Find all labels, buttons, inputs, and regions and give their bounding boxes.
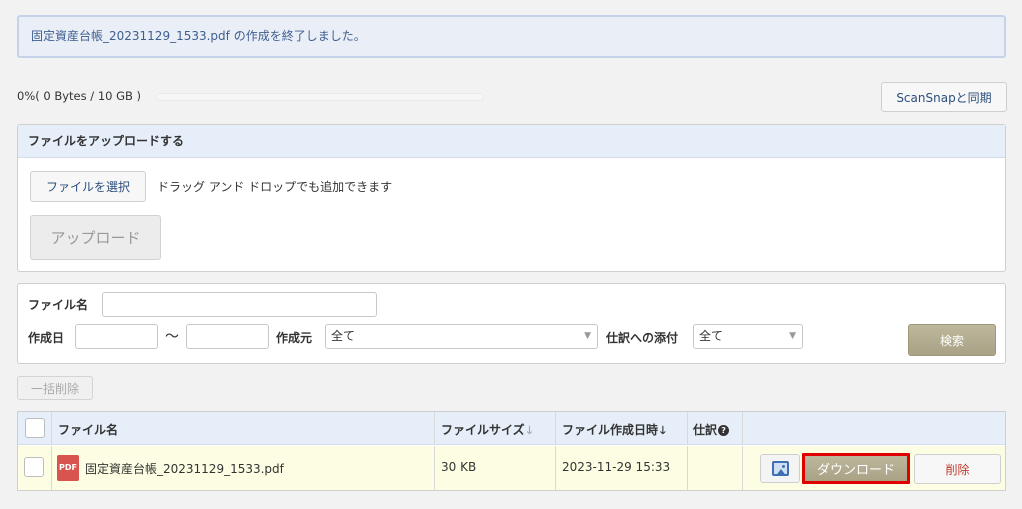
drop-hint: ドラッグ アンド ドロップでも追加できます	[157, 180, 393, 194]
filename-label: ファイル名	[28, 298, 89, 312]
sort-down-icon: 🡓	[526, 424, 533, 437]
storage-progress-bar	[156, 93, 484, 101]
select-all-checkbox[interactable]	[25, 418, 45, 438]
source-select-value: 全て	[331, 329, 356, 343]
journal-attach-select-value: 全て	[699, 329, 724, 343]
upload-button[interactable]: アップロード	[30, 215, 161, 260]
scansnap-sync-button[interactable]: ScanSnapと同期	[881, 82, 1007, 112]
chevron-down-icon: ▼	[789, 331, 796, 341]
notice-banner: 固定資産台帳_20231129_1533.pdf の作成を終了しました。	[17, 15, 1006, 58]
source-label: 作成元	[276, 331, 313, 345]
row-checkbox[interactable]	[24, 457, 44, 477]
search-panel: ファイル名 作成日 〜 作成元 全て ▼ 仕訳への添付 全て ▼ 検索	[17, 283, 1006, 364]
choose-file-button[interactable]: ファイルを選択	[30, 171, 146, 202]
header-created[interactable]: ファイル作成日時 🡓	[562, 421, 666, 441]
header-created-label: ファイル作成日時	[562, 423, 659, 437]
header-journal: 仕訳?	[693, 421, 730, 438]
date-from-input[interactable]	[75, 324, 158, 349]
sort-down-icon: 🡓	[660, 424, 666, 437]
download-button[interactable]: ダウンロード	[802, 453, 910, 484]
search-button[interactable]: 検索	[908, 324, 996, 356]
created-date-label: 作成日	[28, 331, 65, 345]
upload-panel: ファイルをアップロードする ファイルを選択 ドラッグ アンド ドロップでも追加で…	[17, 124, 1006, 272]
date-to-input[interactable]	[186, 324, 269, 349]
row-filesize: 30 KB	[441, 460, 477, 474]
row-created: 2023-11-29 15:33	[562, 460, 671, 474]
help-icon[interactable]: ?	[718, 425, 730, 436]
bulk-delete-button[interactable]: 一括削除	[17, 376, 93, 400]
filename-input[interactable]	[102, 292, 377, 317]
header-filename[interactable]: ファイル名	[58, 421, 118, 438]
storage-usage-text: 0%( 0 Bytes / 10 GB )	[17, 89, 142, 103]
date-range-tilde: 〜	[165, 329, 179, 345]
header-journal-label: 仕訳	[693, 423, 718, 437]
header-filesize[interactable]: ファイルサイズ 🡓	[441, 421, 532, 441]
image-icon	[772, 461, 789, 476]
upload-panel-title: ファイルをアップロードする	[18, 125, 1005, 158]
source-select[interactable]: 全て ▼	[325, 324, 598, 349]
chevron-down-icon: ▼	[584, 331, 591, 341]
file-table: ファイル名 ファイルサイズ 🡓 ファイル作成日時 🡓 仕訳? PDF 固定資産台帳_…	[17, 411, 1006, 491]
journal-attach-select[interactable]: 全て ▼	[693, 324, 803, 349]
header-filesize-label: ファイルサイズ	[441, 423, 525, 437]
table-row: PDF 固定資産台帳_20231129_1533.pdf 30 KB 2023-…	[18, 446, 1005, 490]
table-header: ファイル名 ファイルサイズ 🡓 ファイル作成日時 🡓 仕訳?	[18, 412, 1005, 445]
pdf-file-icon: PDF	[57, 455, 79, 481]
delete-button[interactable]: 削除	[914, 454, 1001, 484]
preview-button[interactable]	[760, 454, 800, 483]
journal-attach-label: 仕訳への添付	[606, 331, 679, 345]
row-filename: 固定資産台帳_20231129_1533.pdf	[85, 462, 284, 476]
